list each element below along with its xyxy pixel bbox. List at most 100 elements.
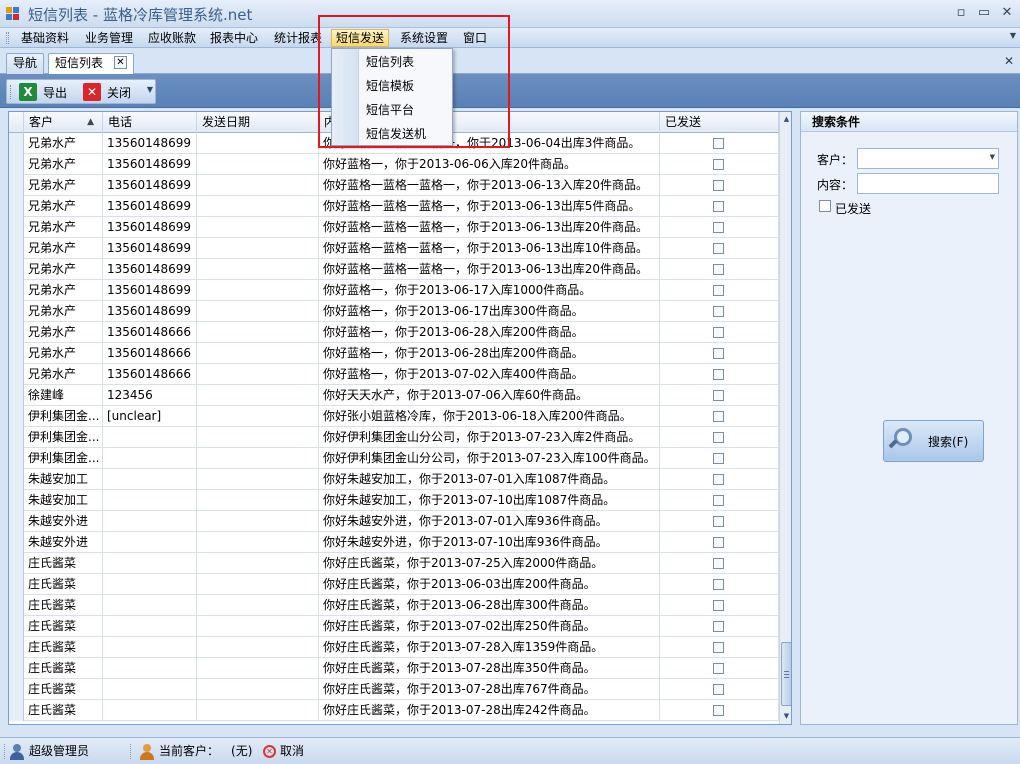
- row-header[interactable]: [9, 133, 24, 154]
- cell-content[interactable]: 你好伊利集团金山分公司，你于2013-07-23入库2件商品。: [319, 427, 660, 448]
- sent-checkbox[interactable]: [713, 243, 724, 254]
- menu-receivables[interactable]: 应收账款: [144, 29, 200, 47]
- cell-content[interactable]: 你好蓝格一，你于2013-06-17入库1000件商品。: [319, 280, 660, 301]
- cell-content[interactable]: 你好蓝格一，你于2013-06-17出库300件商品。: [319, 301, 660, 322]
- cell-send-date[interactable]: [197, 259, 319, 280]
- cell-phone[interactable]: [103, 490, 197, 511]
- cell-content[interactable]: 你好庄氏酱菜，你于2013-07-28出库767件商品。: [319, 679, 660, 700]
- cell-send-date[interactable]: [197, 238, 319, 259]
- sent-checkbox[interactable]: [713, 264, 724, 275]
- cell-phone[interactable]: [unclear]: [103, 406, 197, 427]
- table-row[interactable]: 兄弟水产 13560148699 你好蓝格一蓝格一蓝格一，你于2013-06-13出…: [9, 196, 779, 217]
- cell-phone[interactable]: 13560148699: [103, 154, 197, 175]
- cell-content[interactable]: 你好朱越安加工，你于2013-07-01入库1087件商品。: [319, 469, 660, 490]
- row-header[interactable]: [9, 238, 24, 259]
- cell-customer[interactable]: 伊利集团金...: [24, 448, 103, 469]
- cell-content[interactable]: 你好蓝格一蓝格一蓝格一，你于2013-06-13出库20件商品。: [319, 217, 660, 238]
- customer-select[interactable]: ▼: [857, 148, 999, 169]
- cell-send-date[interactable]: [197, 217, 319, 238]
- row-header[interactable]: [9, 259, 24, 280]
- row-header[interactable]: [9, 511, 24, 532]
- cell-phone[interactable]: [103, 427, 197, 448]
- cell-customer[interactable]: 庄氏酱菜: [24, 679, 103, 700]
- cell-send-date[interactable]: [197, 301, 319, 322]
- column-sent[interactable]: 已发送: [660, 112, 779, 133]
- export-button[interactable]: X 导出: [19, 82, 67, 102]
- sent-checkbox[interactable]: [713, 348, 724, 359]
- cell-content[interactable]: 你好蓝格一，你于2013-06-06入库20件商品。: [319, 154, 660, 175]
- sent-checkbox[interactable]: [713, 306, 724, 317]
- cell-customer[interactable]: 兄弟水产: [24, 322, 103, 343]
- cell-send-date[interactable]: [197, 343, 319, 364]
- toolbar-overflow-icon[interactable]: ▼: [147, 85, 153, 94]
- cell-phone[interactable]: 13560148699: [103, 238, 197, 259]
- cell-customer[interactable]: 伊利集团金...: [24, 427, 103, 448]
- close-icon[interactable]: ✕: [1004, 54, 1014, 68]
- cell-content[interactable]: 你好蓝格一，你于2013-06-28入库200件商品。: [319, 322, 660, 343]
- cell-send-date[interactable]: [197, 154, 319, 175]
- table-row[interactable]: 兄弟水产 13560148666 你好蓝格一，你于2013-07-02入库400件商…: [9, 364, 779, 385]
- row-header[interactable]: [9, 490, 24, 511]
- search-button[interactable]: 搜索(F): [883, 420, 984, 462]
- cell-phone[interactable]: 13560148699: [103, 196, 197, 217]
- menu-business[interactable]: 业务管理: [81, 29, 137, 47]
- row-header[interactable]: [9, 196, 24, 217]
- cell-customer[interactable]: 兄弟水产: [24, 196, 103, 217]
- row-header[interactable]: [9, 322, 24, 343]
- cell-send-date[interactable]: [197, 490, 319, 511]
- cell-phone[interactable]: [103, 595, 197, 616]
- cell-customer[interactable]: 庄氏酱菜: [24, 658, 103, 679]
- cell-send-date[interactable]: [197, 406, 319, 427]
- cell-send-date[interactable]: [197, 700, 319, 721]
- cell-customer[interactable]: 兄弟水产: [24, 154, 103, 175]
- cell-content[interactable]: 你好伊利集团金山分公司，你于2013-07-23入库100件商品。: [319, 448, 660, 469]
- cell-phone[interactable]: 13560148699: [103, 217, 197, 238]
- table-row[interactable]: 徐建峰 123456 你好天天水产，你于2013-07-06入库60件商品。: [9, 385, 779, 406]
- cell-phone[interactable]: 13560148666: [103, 343, 197, 364]
- cell-phone[interactable]: [103, 616, 197, 637]
- cell-customer[interactable]: 兄弟水产: [24, 364, 103, 385]
- cell-customer[interactable]: 庄氏酱菜: [24, 637, 103, 658]
- cell-content[interactable]: 你好蓝格一蓝格一蓝格一，你于2013-06-13出库10件商品。: [319, 238, 660, 259]
- row-header[interactable]: [9, 154, 24, 175]
- cell-customer[interactable]: 庄氏酱菜: [24, 595, 103, 616]
- cell-content[interactable]: 你好天天水产，你于2013-07-06入库60件商品。: [319, 385, 660, 406]
- table-row[interactable]: 伊利集团金... [unclear] 你好张小姐蓝格冷库，你于2013-06-18入…: [9, 406, 779, 427]
- cell-customer[interactable]: 兄弟水产: [24, 280, 103, 301]
- cell-send-date[interactable]: [197, 133, 319, 154]
- scroll-down-icon[interactable]: ▼: [781, 710, 791, 722]
- cell-content[interactable]: 你好庄氏酱菜，你于2013-07-28出库242件商品。: [319, 700, 660, 721]
- row-header[interactable]: [9, 469, 24, 490]
- cell-customer[interactable]: 兄弟水产: [24, 217, 103, 238]
- scroll-up-icon[interactable]: ▲: [781, 113, 791, 125]
- sent-checkbox[interactable]: [713, 390, 724, 401]
- content-input[interactable]: [857, 173, 999, 194]
- table-row[interactable]: 兄弟水产 13560148666 你好蓝格一，你于2013-06-28入库200件商…: [9, 322, 779, 343]
- cell-phone[interactable]: 13560148699: [103, 133, 197, 154]
- row-header[interactable]: [9, 280, 24, 301]
- column-phone[interactable]: 电话: [103, 112, 197, 133]
- cell-send-date[interactable]: [197, 385, 319, 406]
- row-header[interactable]: [9, 406, 24, 427]
- cell-content[interactable]: 你好蓝格一，你于2013-06-28出库200件商品。: [319, 343, 660, 364]
- row-header[interactable]: [9, 637, 24, 658]
- cell-send-date[interactable]: [197, 469, 319, 490]
- sent-checkbox[interactable]: [713, 705, 724, 716]
- cell-customer[interactable]: 朱越安加工: [24, 469, 103, 490]
- cell-customer[interactable]: 朱越安加工: [24, 490, 103, 511]
- cell-send-date[interactable]: [197, 175, 319, 196]
- cell-customer[interactable]: 庄氏酱菜: [24, 574, 103, 595]
- cell-customer[interactable]: 兄弟水产: [24, 175, 103, 196]
- cell-phone[interactable]: [103, 448, 197, 469]
- sent-checkbox[interactable]: [713, 327, 724, 338]
- sent-checkbox[interactable]: [713, 600, 724, 611]
- sent-checkbox[interactable]: [713, 201, 724, 212]
- sent-checkbox[interactable]: [713, 453, 724, 464]
- cell-customer[interactable]: 庄氏酱菜: [24, 700, 103, 721]
- cell-content[interactable]: 你好蓝格一蓝格一蓝格一，你于2013-06-13入库20件商品。: [319, 175, 660, 196]
- table-row[interactable]: 兄弟水产 13560148699 你好蓝格一蓝格一蓝格一，你于2013-06-13出…: [9, 259, 779, 280]
- sent-checkbox[interactable]: [713, 432, 724, 443]
- sent-checkbox[interactable]: [713, 180, 724, 191]
- scrollbar-thumb[interactable]: [781, 642, 791, 706]
- minimize-button[interactable]: ▫: [952, 4, 970, 22]
